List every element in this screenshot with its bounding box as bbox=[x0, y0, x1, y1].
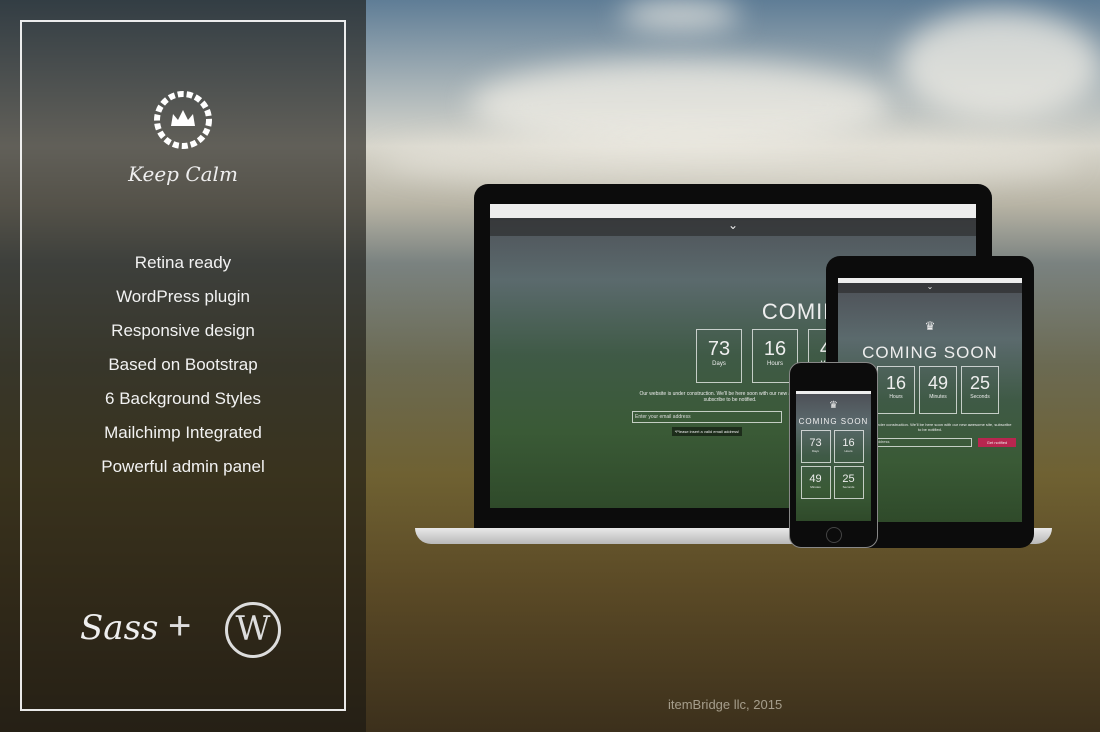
feature-item: 6 Background Styles bbox=[105, 389, 261, 408]
countdown-days: 73Days bbox=[800, 430, 831, 463]
feature-list: Retina ready WordPress plugin Responsive… bbox=[0, 250, 366, 488]
email-input[interactable]: Enter your email address bbox=[632, 411, 782, 423]
copyright: itemBridge llc, 2015 bbox=[668, 697, 783, 712]
home-button bbox=[826, 527, 842, 543]
sass-logo: Sass bbox=[80, 608, 159, 648]
feature-item: Responsive design bbox=[111, 321, 255, 340]
info-panel: Keep Calm Retina ready WordPress plugin … bbox=[0, 0, 366, 732]
countdown-days: 73Days bbox=[696, 329, 742, 383]
crown-icon: ♛ bbox=[924, 319, 936, 333]
feature-item: Powerful admin panel bbox=[101, 457, 265, 476]
countdown-seconds: 25Seconds bbox=[961, 366, 999, 414]
countdown-hours: 16 Hours bbox=[877, 366, 915, 414]
status-bar bbox=[796, 391, 871, 394]
coming-soon-title: COMING SOON bbox=[798, 417, 869, 426]
brand-name: Keep Calm bbox=[128, 162, 238, 186]
chevron-down-icon: ⌄ bbox=[490, 218, 976, 236]
browser-bar bbox=[490, 204, 976, 218]
wordpress-logo: W bbox=[225, 602, 281, 658]
laurel-crown-icon bbox=[0, 90, 366, 155]
crown-icon: ♛ bbox=[829, 400, 838, 411]
countdown-hours: 16 Hours bbox=[833, 430, 864, 463]
phone-screen: ♛ COMING SOON 73 Days 16 Hours 49 Minutes 2… bbox=[796, 391, 871, 521]
countdown-minutes: 49Minutes bbox=[800, 466, 831, 499]
chevron-down-icon: ⌄ bbox=[838, 283, 1022, 293]
feature-item: Based on Bootstrap bbox=[108, 355, 258, 374]
error-message: *Please insert a valid email address! bbox=[672, 427, 742, 436]
feature-item: Retina ready bbox=[134, 253, 232, 272]
countdown-seconds: 25Seconds bbox=[833, 466, 864, 499]
plus-sign: + bbox=[168, 604, 192, 648]
coming-soon-title: COMING SOON bbox=[862, 343, 998, 362]
feature-item: Mailchimp Integrated bbox=[104, 423, 262, 442]
get-notified-button[interactable]: Get notified bbox=[978, 438, 1016, 447]
phone-mockup: ♛ COMING SOON 73 Days 16 Hours 49 Minutes 2… bbox=[789, 362, 878, 548]
countdown-minutes: 49Minutes bbox=[919, 366, 957, 414]
feature-item: WordPress plugin bbox=[116, 287, 250, 306]
